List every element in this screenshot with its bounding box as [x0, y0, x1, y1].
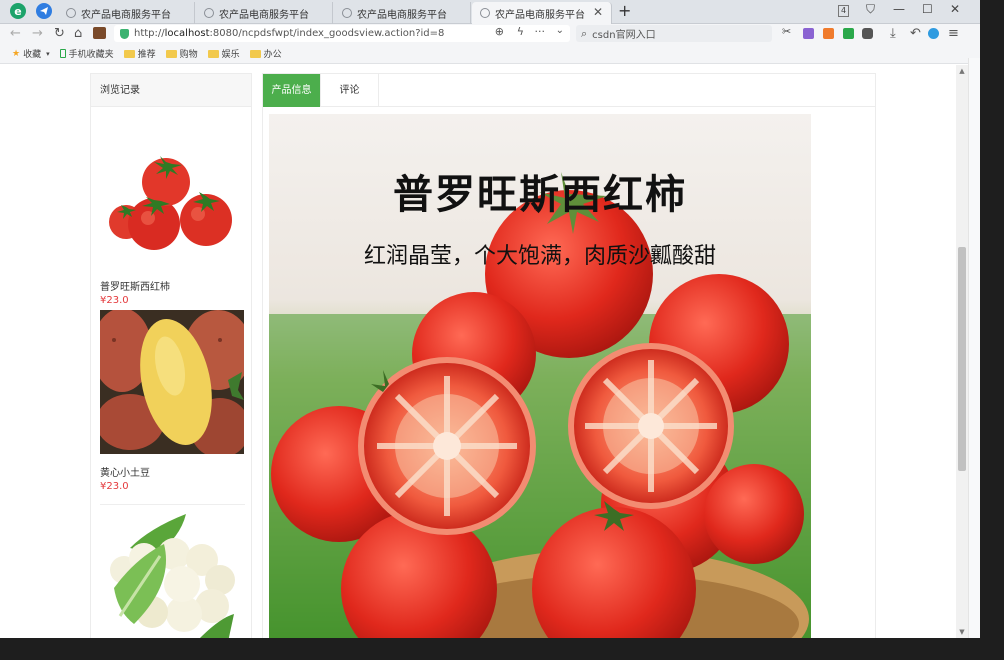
bookmark-entertainment[interactable]: 娱乐	[207, 47, 240, 60]
product-tabs: 产品信息 评论	[263, 74, 875, 107]
secure-shield-icon	[120, 28, 129, 39]
bookmark-office[interactable]: 办公	[249, 47, 282, 60]
zoom-icon[interactable]: ⊕	[495, 25, 504, 38]
browser-tab[interactable]: 农产品电商服务平台	[334, 2, 471, 24]
folder-icon	[165, 49, 177, 58]
browser-tab-active[interactable]: 农产品电商服务平台 ✕	[472, 2, 612, 24]
address-toolbar: ← → ↻ ⌂ http://localhost:8080/ncpdsfwpt/…	[0, 24, 980, 44]
puzzle-icon[interactable]	[862, 28, 873, 39]
minimize-icon[interactable]: —	[893, 2, 905, 16]
cauliflower-thumbnail[interactable]	[100, 508, 244, 638]
tomato-thumbnail[interactable]	[100, 124, 244, 268]
extension-purple-icon[interactable]	[803, 28, 814, 39]
history-title: 浏览记录	[91, 74, 251, 107]
edge-icon[interactable]	[928, 28, 939, 39]
telegram-icon[interactable]	[36, 3, 52, 19]
history-item-name[interactable]: 黄心小土豆	[100, 464, 245, 479]
chevron-down-icon[interactable]: ⌄	[556, 25, 564, 36]
divider	[100, 504, 245, 505]
search-input[interactable]: ⌕ csdn官网入口	[576, 25, 772, 42]
tab-strip: e 农产品电商服务平台 农产品电商服务平台 农产品电商服务平台 农产品电商服务平…	[0, 0, 980, 24]
lightning-icon[interactable]: ϟ	[517, 25, 524, 38]
close-tab-icon[interactable]: ✕	[593, 5, 603, 19]
home-icon[interactable]: ⌂	[74, 25, 82, 43]
browse-history-panel: 浏览记录 普罗旺斯西红柿 ¥23.0 黄心小土豆 ¥23.0	[90, 73, 252, 638]
page-scrollbar[interactable]: ▲ ▼	[956, 65, 968, 638]
more-icon[interactable]: ···	[535, 25, 546, 38]
close-window-icon[interactable]: ✕	[950, 2, 960, 16]
scissors-icon[interactable]: ✂	[782, 25, 793, 38]
history-item[interactable]: 普罗旺斯西红柿 ¥23.0	[100, 124, 245, 306]
browser-side-panel	[968, 58, 980, 638]
back-icon[interactable]: ←	[10, 25, 21, 43]
banner-subtitle: 红润晶莹，个大饱满，肉质沙瓤酸甜	[363, 244, 716, 269]
extension-green-icon[interactable]	[843, 28, 854, 39]
browser-tab[interactable]: 农产品电商服务平台	[58, 2, 195, 24]
shirt-icon[interactable]: ⛉	[866, 2, 875, 17]
folder-icon	[207, 49, 219, 58]
download-icon[interactable]: ⤓	[890, 25, 896, 43]
product-detail-panel: 产品信息 评论 普罗旺斯西红柿 红润晶莹，个大饱满，肉质沙瓤酸甜	[262, 73, 876, 638]
history-item-price: ¥23.0	[100, 481, 129, 492]
potato-thumbnail[interactable]	[100, 310, 244, 454]
extension-orange-icon[interactable]	[823, 28, 834, 39]
menu-icon[interactable]: ≡	[948, 25, 959, 43]
forward-icon[interactable]: →	[32, 25, 43, 43]
scroll-down-icon[interactable]: ▼	[956, 626, 968, 638]
new-tab-button[interactable]: +	[618, 1, 631, 20]
undo-icon[interactable]: ↶	[910, 25, 921, 43]
maximize-icon[interactable]: ☐	[922, 2, 933, 16]
bookmark-mobile[interactable]: 手机收藏夹	[59, 47, 114, 60]
history-item[interactable]: 黄心小土豆 ¥23.0	[100, 310, 245, 505]
history-item[interactable]	[100, 508, 245, 638]
extension-bag-icon[interactable]	[93, 27, 106, 39]
page-viewport: 浏览记录 普罗旺斯西红柿 ¥23.0 黄心小土豆 ¥23.0 产品信息 评论 普…	[0, 65, 968, 638]
globe-icon	[480, 8, 490, 18]
folder-icon	[249, 49, 261, 58]
tab-product-info[interactable]: 产品信息	[263, 74, 321, 107]
url-text[interactable]: http://localhost:8080/ncpdsfwpt/index_go…	[134, 28, 444, 39]
banner-title: 普罗旺斯西红柿	[393, 172, 687, 218]
scrollbar-thumb[interactable]	[958, 247, 966, 471]
address-bar[interactable]: http://localhost:8080/ncpdsfwpt/index_go…	[114, 25, 570, 42]
tab-counter[interactable]: 4	[838, 5, 850, 17]
scroll-up-icon[interactable]: ▲	[956, 65, 968, 77]
tab-comments[interactable]: 评论	[321, 74, 379, 107]
product-banner-image: 普罗旺斯西红柿 红润晶莹，个大饱满，肉质沙瓤酸甜	[269, 114, 811, 638]
globe-icon	[204, 8, 214, 18]
star-icon: ★	[12, 48, 21, 59]
globe-icon	[66, 8, 76, 18]
bookmarks-bar: ★ 收藏 ▾ 手机收藏夹 推荐 购物 娱乐 办公	[0, 44, 980, 64]
folder-icon	[123, 49, 135, 58]
history-item-price: ¥23.0	[100, 295, 129, 306]
bookmark-shopping[interactable]: 购物	[165, 47, 198, 60]
browser-window: e 农产品电商服务平台 农产品电商服务平台 农产品电商服务平台 农产品电商服务平…	[0, 0, 980, 638]
history-item-name[interactable]: 普罗旺斯西红柿	[100, 278, 245, 293]
globe-icon	[342, 8, 352, 18]
browser-logo-icon[interactable]: e	[10, 3, 26, 19]
reload-icon[interactable]: ↻	[54, 25, 65, 43]
browser-tab[interactable]: 农产品电商服务平台	[196, 2, 333, 24]
phone-icon	[59, 49, 66, 58]
bookmark-recommend[interactable]: 推荐	[123, 47, 156, 60]
search-icon: ⌕	[581, 26, 588, 40]
bookmark-favorites[interactable]: ★ 收藏 ▾	[12, 47, 50, 61]
